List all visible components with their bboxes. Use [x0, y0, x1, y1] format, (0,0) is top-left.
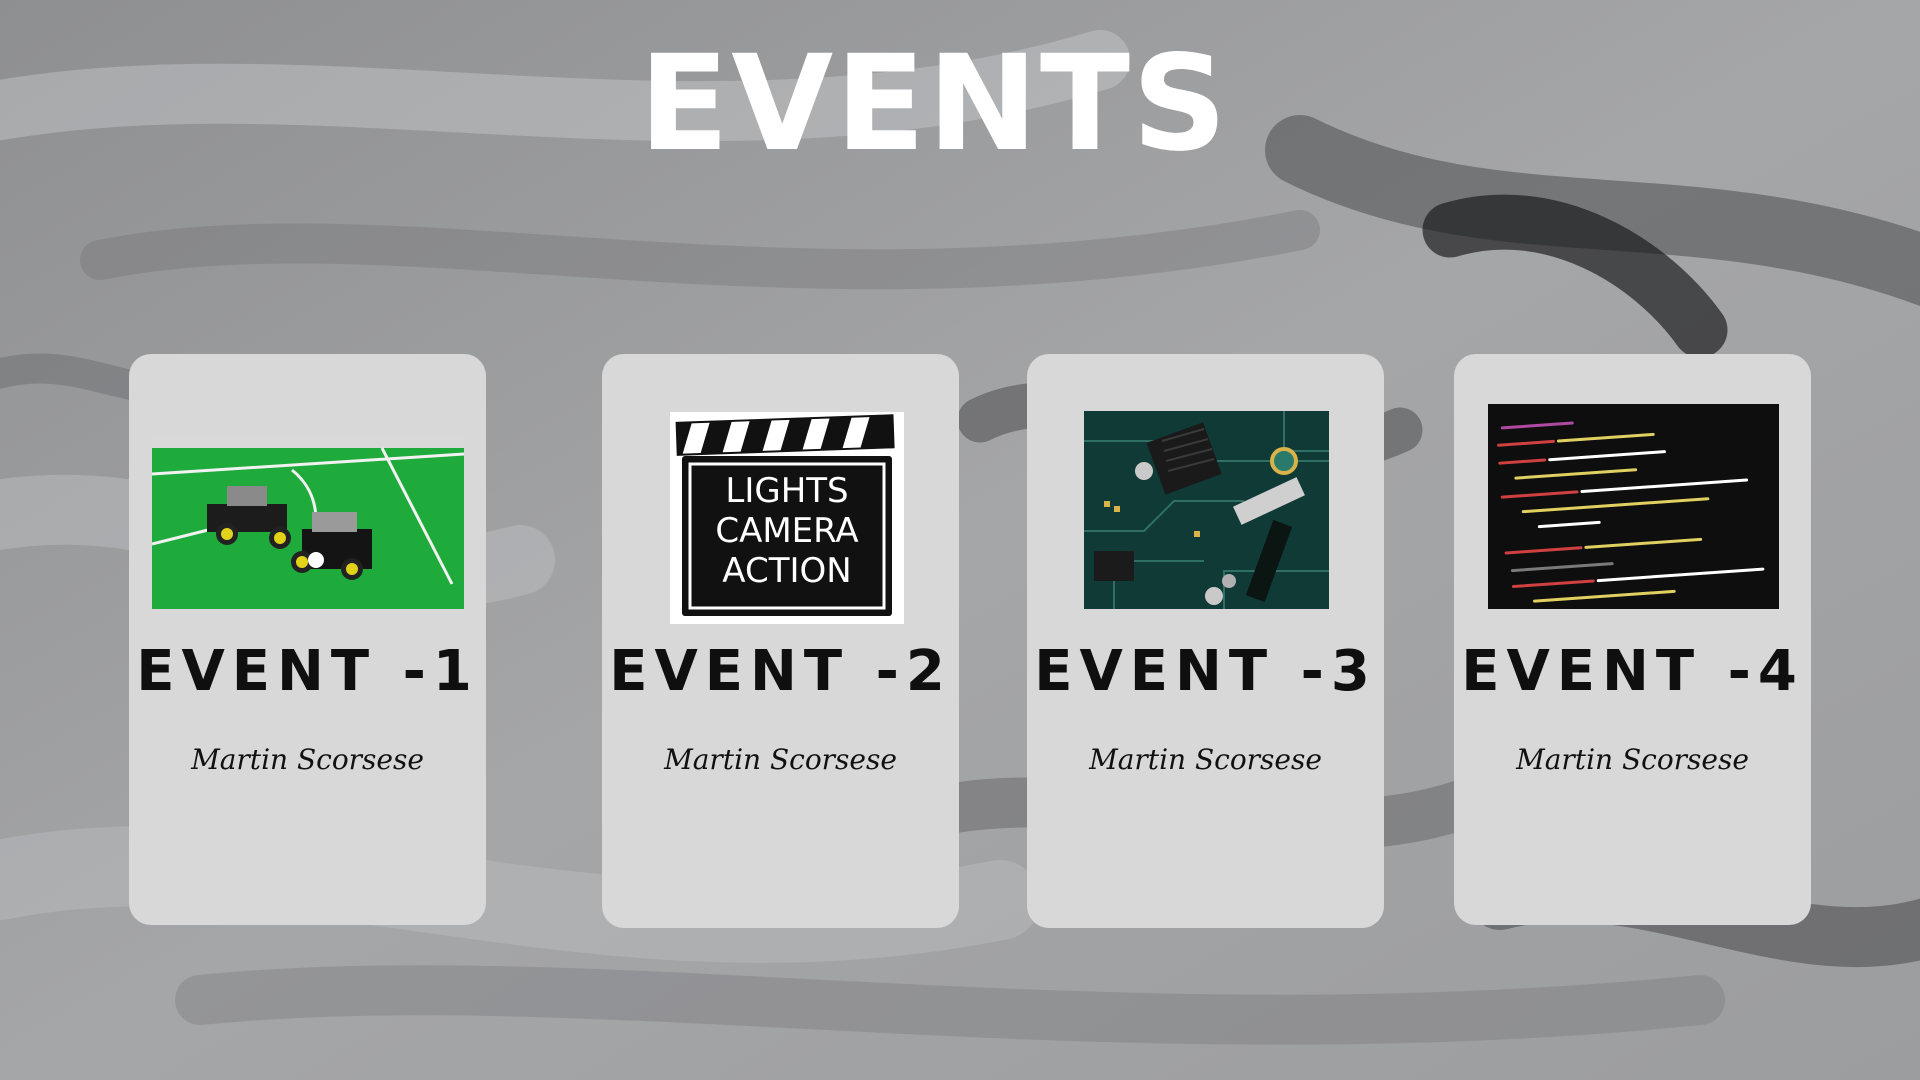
clapperboard-image: LIGHTS CAMERA ACTION [670, 412, 904, 624]
event-subtitle: Martin Scorsese [1089, 743, 1322, 776]
event-card-3[interactable]: EVENT -3 Martin Scorsese [1027, 354, 1384, 928]
event-subtitle: Martin Scorsese [664, 743, 897, 776]
event-title: EVENT -1 [136, 639, 479, 704]
event-title: EVENT -4 [1461, 639, 1804, 704]
event-title: EVENT -3 [1034, 639, 1377, 704]
event-card-1[interactable]: EVENT -1 Martin Scorsese [129, 354, 486, 925]
event-card-2[interactable]: LIGHTS CAMERA ACTION EVENT -2 Martin Sco… [602, 354, 959, 928]
event-subtitle: Martin Scorsese [1516, 743, 1749, 776]
clapper-line-3: ACTION [722, 551, 851, 591]
clapper-line-1: LIGHTS [725, 471, 848, 511]
page-title: EVENTS [638, 27, 1230, 181]
robot-soccer-image [152, 434, 464, 609]
circuit-board-image [1084, 411, 1329, 609]
code-screen-image [1488, 404, 1779, 609]
event-title: EVENT -2 [609, 639, 952, 704]
event-subtitle: Martin Scorsese [191, 743, 424, 776]
event-card-4[interactable]: EVENT -4 Martin Scorsese [1454, 354, 1811, 925]
clapper-line-2: CAMERA [715, 511, 858, 551]
